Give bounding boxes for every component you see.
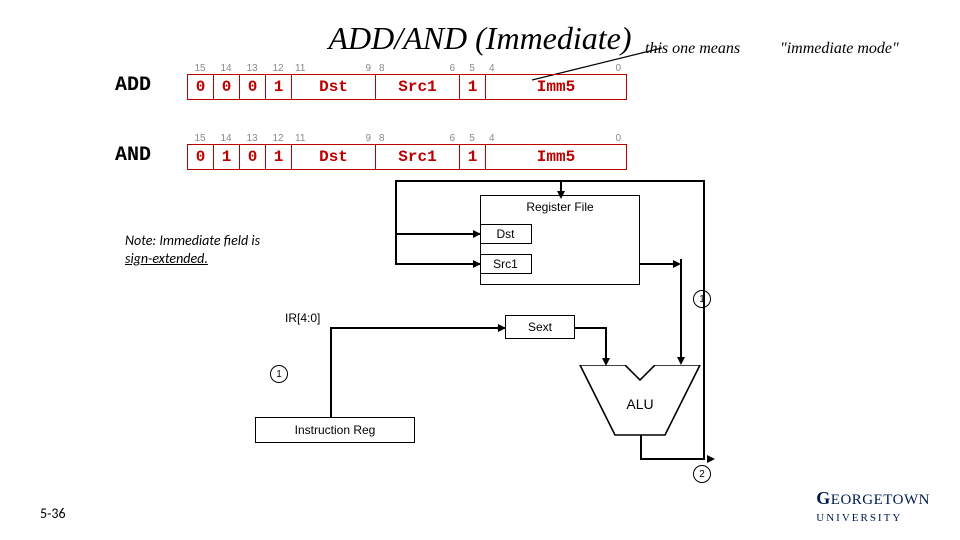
step-2-marker: 2 [693,465,711,483]
opcode-bit: 1 [214,145,240,169]
opcode-bit: 1 [266,75,292,99]
field-mode: 1 [460,75,486,99]
src1-port: Src1 [480,254,532,274]
mnemonic-add: ADD [115,74,151,97]
university-branding: GEORGETOWN UNIVERSITY [816,488,930,526]
opcode-bit: 1 [266,145,292,169]
fields-add: 0 0 0 1 Dst Src1 1 Imm5 [187,74,627,100]
alu-shape: ALU [570,365,710,440]
bit-positions-and: 15141312 119 86 5 40 [187,130,627,144]
field-src1: Src1 [376,145,460,169]
dst-port: Dst [480,224,532,244]
page-number: 5-36 [40,505,66,522]
opcode-bit: 0 [188,75,214,99]
datapath-figure: Register File Dst Src1 1 2 Sext ALU /* i… [225,195,725,505]
alu-label: ALU [626,396,653,412]
step-1-marker-right: 1 [693,290,711,308]
step-1-marker-left: 1 [270,365,288,383]
instruction-reg-box: Instruction Reg [255,417,415,443]
opcode-bit: 0 [240,75,266,99]
field-imm5: Imm5 [486,145,626,169]
field-mode: 1 [460,145,486,169]
opcode-bit: 0 [240,145,266,169]
fields-and: 0 1 0 1 Dst Src1 1 Imm5 [187,144,627,170]
opcode-bit: 0 [214,75,240,99]
bit-positions-add: 15141312 119 86 5 40 [187,60,627,74]
field-src1: Src1 [376,75,460,99]
register-file-box: Register File Dst Src1 [480,195,640,285]
annotation-mode: "immediate mode" [780,40,899,58]
mnemonic-and: AND [115,144,151,167]
annotation-this: this one means [645,40,740,58]
sext-box: Sext [505,315,575,339]
field-dst: Dst [292,75,376,99]
opcode-bit: 0 [188,145,214,169]
ir-bits-label: IR[4:0] [285,311,320,325]
field-imm5: Imm5 [486,75,626,99]
field-dst: Dst [292,145,376,169]
